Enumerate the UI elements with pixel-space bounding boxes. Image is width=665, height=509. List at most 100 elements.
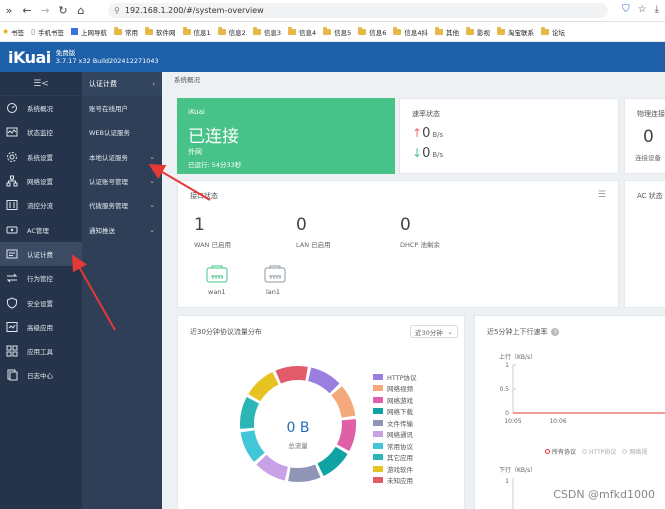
bookmark-item[interactable]: 信息1 — [182, 27, 211, 37]
legend-item[interactable]: 其它应用 — [373, 452, 417, 464]
port-icon[interactable] — [206, 265, 228, 283]
legend-swatch — [373, 373, 383, 380]
donut-slice[interactable] — [308, 367, 340, 394]
speed-title: 近5分钟上下行速率 ? — [487, 327, 560, 337]
advanced-icon — [6, 321, 18, 333]
bookmark-item[interactable]: 信息4抖 — [393, 27, 428, 37]
donut-slice[interactable] — [336, 419, 356, 451]
sidebar-item[interactable]: 安全设置 — [0, 290, 82, 314]
port-icon[interactable] — [264, 265, 286, 283]
back-icon[interactable]: ← — [18, 4, 36, 17]
bookmark-item[interactable]: 软件网 — [145, 27, 176, 37]
bookmark-item[interactable]: 常用 — [114, 27, 138, 37]
sidebar-item-label: 行为管控 — [27, 275, 53, 284]
sidebar-item[interactable]: 高级应用 — [0, 315, 82, 339]
help-icon[interactable]: ? — [551, 328, 560, 336]
sub-sidebar-header: 认证计费 ‹ — [82, 72, 162, 96]
bookmark-item[interactable]: 其他 — [435, 27, 459, 37]
bookmark-item[interactable]: 信息4 — [287, 27, 316, 37]
legend-item[interactable]: 游戏软件 — [373, 463, 417, 475]
legend-item[interactable]: 网络游戏 — [373, 394, 417, 406]
port-stat-label: WAN 已启用 — [194, 241, 231, 249]
bookmark-item[interactable]: 淘宝联系 — [497, 27, 534, 37]
speed-legend-item[interactable]: 所有协议 — [545, 447, 576, 456]
ac-status-card: AC 状态 — [624, 180, 665, 308]
sidebar-toggle-icon[interactable]: ☰< — [0, 72, 82, 96]
upload-value: 0 — [422, 126, 431, 141]
donut-slice[interactable] — [317, 446, 348, 477]
port-name: wan1 — [208, 288, 226, 296]
home-icon[interactable]: ⌂ — [72, 4, 90, 17]
sidebar-item[interactable]: 认证计费 — [0, 241, 82, 267]
folder-icon — [217, 27, 226, 35]
forward-icon[interactable]: → — [36, 4, 54, 17]
bookmark-item[interactable]: 信息2 — [217, 27, 246, 37]
speed-legend-item[interactable]: HTTP协议 — [582, 447, 616, 456]
bookmark-item[interactable]: 上网导航 — [71, 27, 107, 37]
sub-sidebar-item[interactable]: 通知推送 ⌄ — [82, 217, 162, 241]
menu-expand-icon[interactable]: » — [0, 4, 18, 17]
shield-icon[interactable]: ⛉ — [622, 4, 630, 15]
range-select[interactable]: 近30分钟 ⌄ — [410, 325, 458, 338]
bookmark-item[interactable]: ★ 书签 — [2, 27, 24, 37]
legend-item[interactable]: 网络视频 — [373, 383, 417, 395]
sidebar-item[interactable]: 系统设置 — [0, 145, 82, 169]
sub-sidebar-item[interactable]: 认证账号管理 ⌄ — [82, 169, 162, 193]
legend-label: 网络下载 — [387, 408, 413, 417]
sidebar-item-label: 安全设置 — [27, 299, 53, 308]
bookmark-item[interactable]: 信息5 — [323, 27, 351, 37]
upload-unit: B/s — [432, 131, 444, 139]
legend-swatch — [373, 431, 383, 438]
donut-slice[interactable] — [240, 430, 265, 462]
sidebar-item[interactable]: AC管理 — [0, 217, 82, 241]
address-bar[interactable]: ⚲ 192.168.1.200/#/system-overview — [108, 3, 608, 18]
bookmark-item[interactable]: ▯ 手机书签 — [31, 27, 64, 37]
legend-item[interactable]: 文件传输 — [373, 417, 417, 429]
sidebar-item[interactable]: 网络设置 — [0, 169, 82, 193]
browser-toolbar: » ← → ↻ ⌂ ⚲ 192.168.1.200/#/system-overv… — [0, 0, 665, 22]
sub-sidebar-item[interactable]: 本地认证服务 ⌄ — [82, 145, 162, 169]
bookmark-item[interactable]: 信息6 — [358, 27, 386, 37]
legend-item[interactable]: HTTP协议 — [373, 371, 417, 383]
sidebar-item[interactable]: 日志中心 — [0, 363, 82, 387]
physical-connection-card: 物理连接 0 连接设备 — [624, 98, 665, 174]
download-icon[interactable]: ⤓ — [655, 4, 659, 15]
collapse-icon[interactable]: ‹ — [152, 80, 155, 88]
sub-sidebar-item-label: 代拨服务管理 — [89, 202, 128, 211]
sub-sidebar-item-label: 本地认证服务 — [89, 153, 128, 162]
download-rate: ↓ 0 B/s — [412, 146, 443, 161]
donut-slice[interactable] — [240, 397, 260, 429]
donut-slice[interactable] — [288, 464, 321, 482]
donut-slice[interactable] — [248, 371, 279, 402]
sidebar-item[interactable]: 应用工具 — [0, 339, 82, 363]
donut-slice[interactable] — [275, 366, 308, 384]
speed-legend-item[interactable]: 网络视 — [622, 447, 647, 456]
legend-item[interactable]: 常用协议 — [373, 440, 417, 452]
bookmark-item[interactable]: 信息3 — [252, 27, 281, 37]
sub-sidebar-item[interactable]: 代拨服务管理 ⌄ — [82, 193, 162, 217]
donut-slice[interactable] — [256, 454, 288, 481]
download-value: 0 — [422, 146, 431, 161]
legend-item[interactable]: 网络通讯 — [373, 429, 417, 441]
star-icon[interactable]: ☆ — [638, 4, 647, 15]
sidebar-item[interactable]: 系统概况 — [0, 96, 82, 120]
donut-slice[interactable] — [331, 386, 356, 418]
bookmark-label: 信息2 — [228, 28, 246, 37]
sidebar-item[interactable]: 流控分流 — [0, 193, 82, 217]
bookmark-item[interactable]: 影视 — [466, 27, 490, 37]
legend-item[interactable]: 未知应用 — [373, 475, 417, 487]
legend-item[interactable]: 网络下载 — [373, 406, 417, 418]
sub-sidebar-item[interactable]: WEB认证服务 — [82, 120, 162, 144]
reload-icon[interactable]: ↻ — [54, 4, 72, 17]
bookmark-item[interactable]: 论坛 — [541, 27, 565, 37]
rate-title: 速率状态 — [412, 110, 440, 118]
legend-dot-icon — [582, 449, 588, 454]
folder-icon — [393, 27, 402, 35]
legend-label: 未知应用 — [387, 477, 413, 486]
folder-icon — [252, 27, 261, 35]
bookmark-label: 信息1 — [193, 28, 211, 37]
sidebar-item[interactable]: 状态监控 — [0, 120, 82, 144]
port-menu-icon[interactable]: ☰ — [598, 190, 606, 200]
sub-sidebar-item[interactable]: 账号在线用户 — [82, 96, 162, 120]
sidebar-item[interactable]: 行为管控 — [0, 266, 82, 290]
